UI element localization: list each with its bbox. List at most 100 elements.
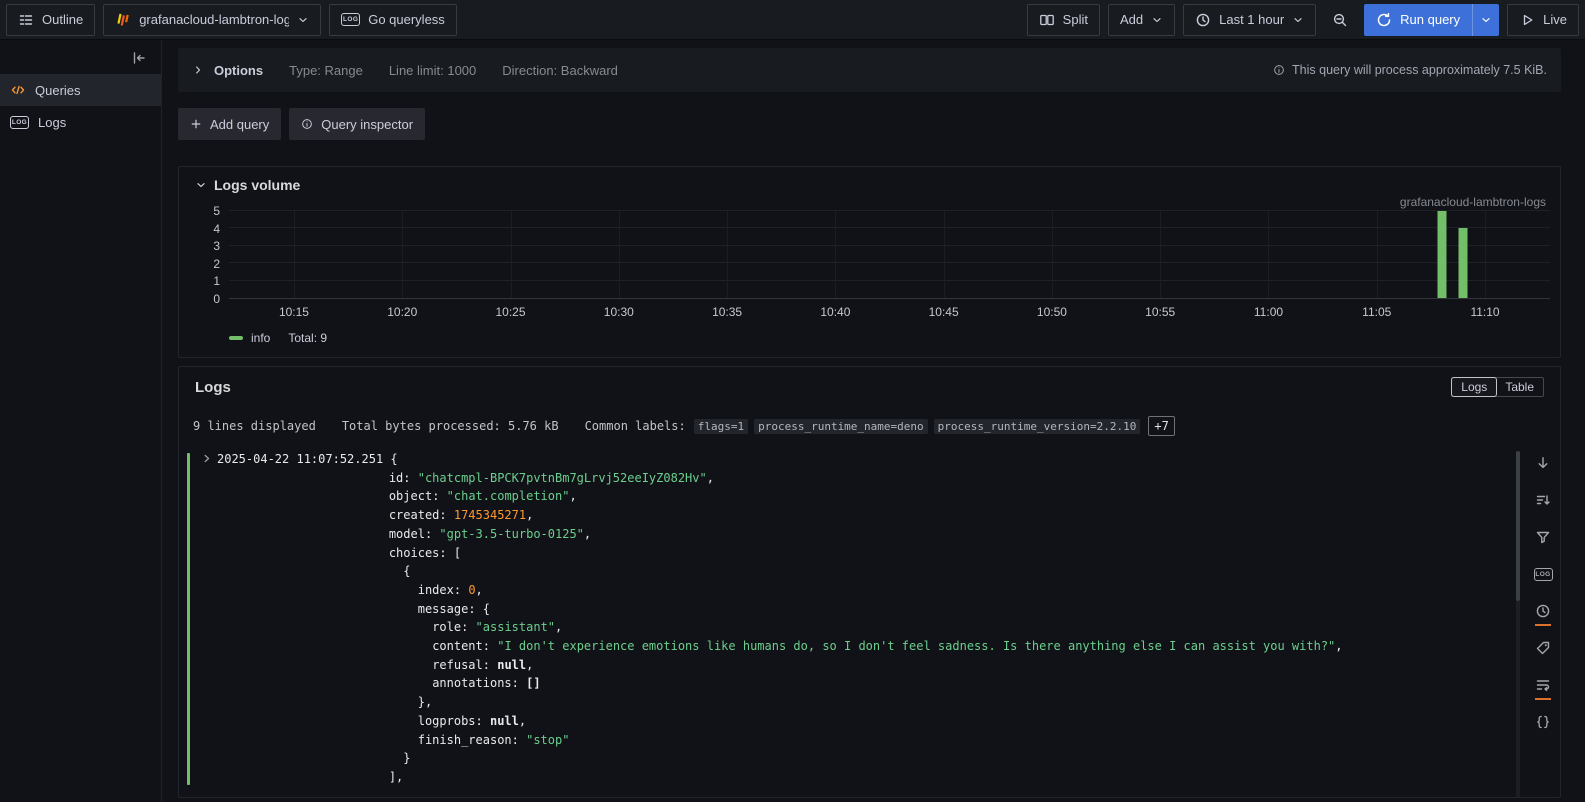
logs-panel-title: Logs: [195, 379, 231, 396]
log-json-line: content: "I don't experience emotions li…: [201, 637, 1496, 656]
chevron-down-icon: [297, 14, 309, 26]
sidebar-nav: Queries Logs: [0, 74, 161, 138]
log-level-bar: [187, 453, 190, 785]
logs-table-toggle: Logs Table: [1451, 377, 1544, 397]
chevron-down-icon: [1480, 14, 1492, 26]
logs-icon-button[interactable]: [1533, 564, 1553, 584]
gridline: [1268, 211, 1269, 298]
common-label-chip: process_runtime_name=deno: [754, 419, 928, 434]
chevron-down-icon: [1292, 14, 1304, 26]
logs-volume-chart: 012345: [179, 211, 1560, 299]
logs-meta-row: 9 lines displayed Total bytes processed:…: [179, 397, 1560, 436]
options-summary-type: Type: Range: [289, 63, 363, 78]
chevron-right-icon: [192, 64, 204, 76]
log-json-line: {: [201, 562, 1496, 581]
wrap-lines-icon-button[interactable]: [1533, 675, 1553, 695]
log-json-line: logprobs: null,: [201, 712, 1496, 731]
sidebar-item-label: Queries: [35, 83, 81, 98]
log-json-lines: id: "chatcmpl-BPCK7pvtnBm7gLrvj52eeIyZ08…: [201, 469, 1496, 787]
time-range-label: Last 1 hour: [1219, 12, 1284, 27]
legend: info Total: 9: [229, 331, 1544, 345]
query-inspector-button[interactable]: Query inspector: [289, 108, 425, 140]
sidebar-item-logs[interactable]: Logs: [0, 106, 161, 138]
run-query-split-button: Run query: [1364, 4, 1499, 36]
logs-volume-header[interactable]: Logs volume: [179, 167, 1560, 197]
legend-total: Total: 9: [288, 331, 327, 345]
expand-log-icon[interactable]: [201, 453, 212, 464]
common-label-chip: process_runtime_version=2.2.10: [934, 419, 1141, 434]
x-axis-tick: 11:00: [1254, 305, 1283, 319]
gridline: [229, 210, 1550, 211]
split-button[interactable]: Split: [1027, 4, 1100, 36]
split-label: Split: [1063, 12, 1088, 27]
query-options-row[interactable]: Options Type: Range Line limit: 1000 Dir…: [178, 48, 1561, 92]
arrow-down-icon-button[interactable]: [1533, 453, 1553, 473]
log-json-line: id: "chatcmpl-BPCK7pvtnBm7gLrvj52eeIyZ08…: [201, 469, 1496, 488]
options-summary-line-limit: Line limit: 1000: [389, 63, 476, 78]
logs-panel-header: Logs Logs Table: [179, 367, 1560, 397]
logs-scrollbar-thumb[interactable]: [1516, 451, 1520, 601]
labels-icon-button[interactable]: [1533, 638, 1553, 658]
time-icon-button[interactable]: [1533, 601, 1553, 621]
log-json-line: message: {: [201, 600, 1496, 619]
log-json-line: created: 1745345271,: [201, 506, 1496, 525]
explore-sidebar: Queries Logs: [0, 40, 162, 802]
log-json-line: ],: [201, 768, 1496, 787]
x-axis-tick: 10:25: [496, 305, 526, 319]
log-json-line: object: "chat.completion",: [201, 487, 1496, 506]
run-query-dropdown[interactable]: [1472, 4, 1499, 36]
live-label: Live: [1543, 12, 1567, 27]
gridline: [619, 211, 620, 298]
log-json-line: }: [201, 749, 1496, 768]
gridline: [1377, 211, 1378, 298]
datasource-picker[interactable]: grafanacloud-lambtron-logs: [103, 4, 321, 36]
sort-order-icon-button[interactable]: [1533, 490, 1553, 510]
search-minus-icon: [1332, 12, 1348, 28]
info-circle-icon: [301, 118, 313, 130]
gridline: [944, 211, 945, 298]
outline-icon: [18, 12, 34, 28]
x-axis-tick: 10:50: [1037, 305, 1067, 319]
query-inspector-label: Query inspector: [321, 117, 413, 132]
gridline: [229, 245, 1550, 246]
go-queryless-button[interactable]: Go queryless: [329, 4, 457, 36]
log-entry[interactable]: 2025-04-22 11:07:52.251 { id: "chatcmpl-…: [187, 450, 1496, 787]
outline-button[interactable]: Outline: [6, 4, 95, 36]
logs-volume-plot: [229, 211, 1550, 299]
x-axis-tick: 10:55: [1145, 305, 1175, 319]
x-axis-tick: 11:10: [1470, 305, 1499, 319]
filter-icon-button[interactable]: [1533, 527, 1553, 547]
sidebar-item-queries[interactable]: Queries: [0, 74, 161, 106]
bar-info[interactable]: [1437, 211, 1446, 298]
live-button[interactable]: Live: [1507, 4, 1579, 36]
gridline: [229, 280, 1550, 281]
braces-icon-button[interactable]: [1533, 712, 1553, 732]
add-query-button[interactable]: Add query: [178, 108, 281, 140]
more-labels-button[interactable]: +7: [1148, 416, 1174, 436]
sidebar-item-label: Logs: [38, 115, 66, 130]
legend-series-label[interactable]: info: [251, 331, 270, 345]
toggle-option-logs[interactable]: Logs: [1452, 378, 1496, 396]
play-icon: [1519, 12, 1535, 28]
collapse-sidebar-button[interactable]: [131, 50, 147, 66]
toggle-option-table[interactable]: Table: [1496, 378, 1543, 396]
bytes-processed: Total bytes processed: 5.76 kB: [342, 419, 559, 433]
legend-swatch: [229, 336, 243, 340]
common-labels-label: Common labels:: [585, 419, 686, 433]
run-query-button[interactable]: Run query: [1364, 4, 1472, 36]
time-range-picker[interactable]: Last 1 hour: [1183, 4, 1316, 36]
series-label[interactable]: grafanacloud-lambtron-logs: [179, 195, 1560, 211]
gridline: [294, 211, 295, 298]
gridline: [1052, 211, 1053, 298]
outline-label: Outline: [42, 12, 83, 27]
log-timestamp: 2025-04-22 11:07:52.251: [217, 452, 383, 466]
options-summary-direction: Direction: Backward: [502, 63, 618, 78]
gridline: [835, 211, 836, 298]
logs-scrollbar[interactable]: [1516, 451, 1520, 797]
zoom-out-button[interactable]: [1324, 4, 1356, 36]
x-axis-tick: 10:30: [604, 305, 634, 319]
common-label-chip: flags=1: [694, 419, 748, 434]
x-axis-tick: 10:35: [712, 305, 742, 319]
add-dropdown-button[interactable]: Add: [1108, 4, 1175, 36]
bar-info[interactable]: [1459, 228, 1468, 298]
